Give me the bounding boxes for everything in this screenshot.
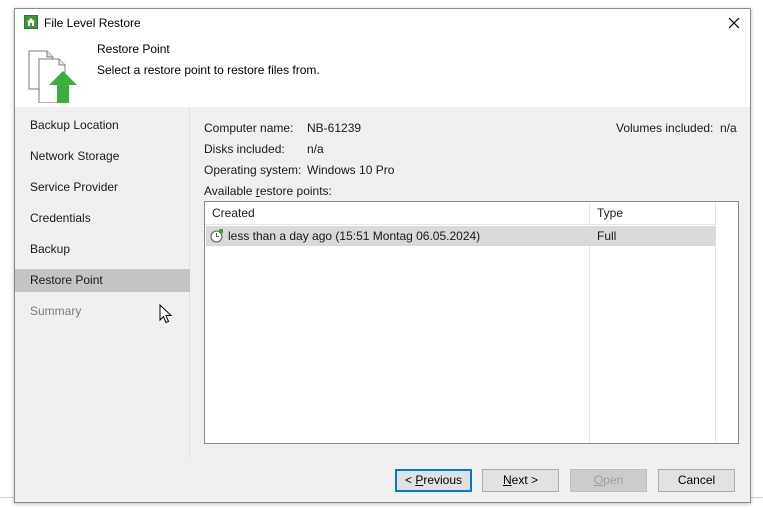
wizard-steps-sidebar: Backup Location Network Storage Service … <box>15 107 190 458</box>
sidebar-item-backup-location[interactable]: Backup Location <box>15 114 190 137</box>
restore-points-list[interactable]: Created Type less than a day ago (15:51 … <box>204 201 739 444</box>
available-label-part: Available <box>204 184 256 198</box>
next-label-part: ext > <box>511 473 539 487</box>
computer-name-label: Computer name: <box>204 121 294 135</box>
background-line <box>751 497 763 498</box>
column-header-created[interactable]: Created <box>205 202 590 224</box>
app-home-icon <box>24 15 38 29</box>
list-header: Created Type <box>205 202 716 225</box>
volumes-included-value: n/a <box>720 121 737 135</box>
table-row[interactable]: less than a day ago (15:51 Montag 06.05.… <box>206 226 716 246</box>
disks-included-label: Disks included: <box>204 142 285 156</box>
previous-button[interactable]: < Previous <box>395 469 472 492</box>
open-button: Open <box>570 469 647 492</box>
mouse-pointer-icon <box>159 304 173 324</box>
volumes-included-row: Volumes included: n/a <box>616 121 737 135</box>
row-created-cell: less than a day ago (15:51 Montag 06.05.… <box>228 229 481 243</box>
sidebar-item-restore-point[interactable]: Restore Point <box>15 269 190 292</box>
previous-label-part: revious <box>423 473 463 487</box>
volumes-included-label: Volumes included: <box>616 121 714 135</box>
sidebar-item-credentials[interactable]: Credentials <box>15 207 190 230</box>
close-icon <box>728 17 740 29</box>
computer-name-row: Computer name: NB-61239 <box>204 121 361 135</box>
clock-restore-point-icon <box>210 229 223 243</box>
disks-included-row: Disks included: n/a <box>204 142 324 156</box>
wizard-header: Restore Point Select a restore point to … <box>15 37 750 107</box>
previous-label-part: < <box>404 473 416 487</box>
operating-system-label: Operating system: <box>204 163 302 177</box>
wizard-footer: < Previous Next > Open Cancel <box>15 458 750 502</box>
available-restore-points-label: Available restore points: <box>204 184 332 198</box>
file-level-restore-dialog: File Level Restore Restore Point Select … <box>14 8 751 503</box>
next-accesskey: N <box>502 473 512 487</box>
column-header-type[interactable]: Type <box>590 202 716 224</box>
cancel-button[interactable]: Cancel <box>658 469 735 492</box>
close-button[interactable] <box>724 13 744 33</box>
restore-document-arrow-icon <box>28 50 77 103</box>
background-line <box>0 497 15 498</box>
row-type-cell: Full <box>597 229 617 243</box>
open-accesskey: O <box>593 473 604 487</box>
disks-included-value: n/a <box>307 142 324 156</box>
restore-point-panel: Computer name: NB-61239 Disks included: … <box>190 107 750 458</box>
operating-system-value: Windows 10 Pro <box>307 163 395 177</box>
header-subtitle: Select a restore point to restore files … <box>97 63 320 77</box>
computer-name-value: NB-61239 <box>307 121 362 135</box>
window-title: File Level Restore <box>44 16 141 30</box>
operating-system-row: Operating system: Windows 10 Pro <box>204 163 394 177</box>
sidebar-item-service-provider[interactable]: Service Provider <box>15 176 190 199</box>
available-label-part: estore points: <box>259 184 332 198</box>
sidebar-item-network-storage[interactable]: Network Storage <box>15 145 190 168</box>
next-button[interactable]: Next > <box>482 469 559 492</box>
title-bar: File Level Restore <box>15 9 750 37</box>
sidebar-item-backup[interactable]: Backup <box>15 238 190 261</box>
header-title: Restore Point <box>97 42 170 56</box>
open-label-part: pen <box>603 473 624 487</box>
